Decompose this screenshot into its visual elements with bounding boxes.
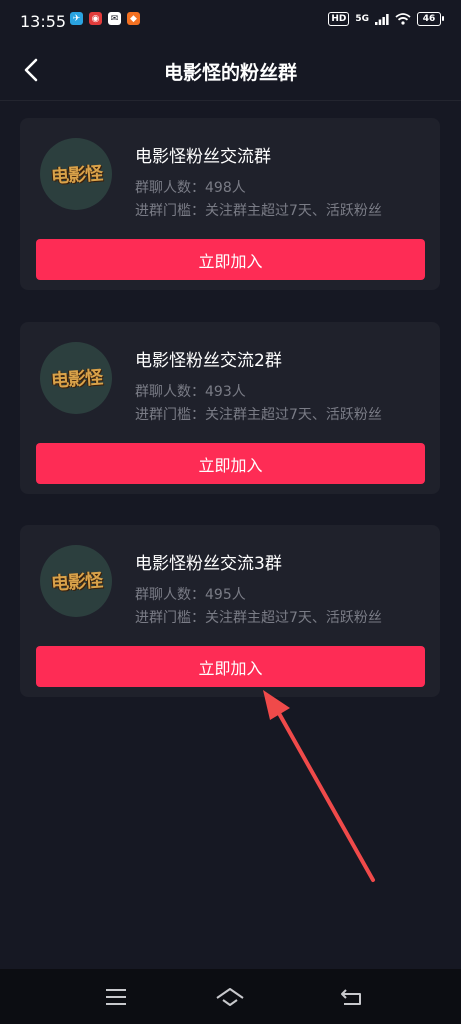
menu-icon: [106, 989, 126, 1005]
join-threshold: 进群门槛：关注群主超过7天、活跃粉丝: [135, 610, 382, 626]
avatar-logo-text: 电影怪: [49, 163, 103, 188]
page-title: 电影怪的粉丝群: [163, 62, 297, 84]
avatar-logo-text: 电影怪: [49, 570, 103, 595]
group-name: 电影怪粉丝交流群: [135, 147, 271, 167]
group-avatar: 电影怪: [40, 342, 112, 414]
status-bar: 13:55 ✈ ◉ ✉ ◆ HD 5G 46: [0, 0, 461, 44]
group-name: 电影怪粉丝交流3群: [135, 554, 282, 574]
home-button[interactable]: [215, 985, 245, 1009]
xiaohongshu-icon: ◆: [127, 12, 140, 25]
telegram-icon: ✈: [70, 12, 83, 25]
mail-icon: ✉: [108, 12, 121, 25]
hd-badge: HD: [328, 12, 350, 26]
notification-icons: ✈ ◉ ✉ ◆: [70, 12, 140, 25]
join-button[interactable]: 立即加入: [36, 239, 425, 280]
join-button[interactable]: 立即加入: [36, 443, 425, 484]
avatar-logo-text: 电影怪: [49, 367, 103, 392]
wifi-icon: [395, 13, 411, 25]
back-icon: [341, 989, 361, 1005]
join-button[interactable]: 立即加入: [36, 646, 425, 687]
group-card: 电影怪 电影怪粉丝交流群 群聊人数：498人 进群门槛：关注群主超过7天、活跃粉…: [20, 118, 440, 290]
battery-icon: 46: [417, 12, 444, 26]
member-count: 群聊人数：498人: [135, 180, 246, 196]
signal-icon: [375, 13, 389, 25]
group-card: 电影怪 电影怪粉丝交流2群 群聊人数：493人 进群门槛：关注群主超过7天、活跃…: [20, 322, 440, 494]
home-icon: [216, 988, 244, 1006]
system-back-button[interactable]: [340, 985, 364, 1009]
member-count: 群聊人数：493人: [135, 384, 246, 400]
group-name: 电影怪粉丝交流2群: [135, 351, 282, 371]
join-threshold: 进群门槛：关注群主超过7天、活跃粉丝: [135, 407, 382, 423]
group-avatar: 电影怪: [40, 138, 112, 210]
system-icons: HD 5G 46: [328, 12, 444, 26]
menu-button[interactable]: [104, 985, 128, 1009]
status-time: 13:55: [20, 12, 67, 31]
group-avatar: 电影怪: [40, 545, 112, 617]
group-card: 电影怪 电影怪粉丝交流3群 群聊人数：495人 进群门槛：关注群主超过7天、活跃…: [20, 525, 440, 697]
system-nav-bar: [0, 969, 461, 1024]
weibo-icon: ◉: [89, 12, 102, 25]
join-threshold: 进群门槛：关注群主超过7天、活跃粉丝: [135, 203, 382, 219]
member-count: 群聊人数：495人: [135, 587, 246, 603]
network-indicator: 5G: [355, 14, 369, 24]
nav-bar: 电影怪的粉丝群: [0, 44, 461, 101]
